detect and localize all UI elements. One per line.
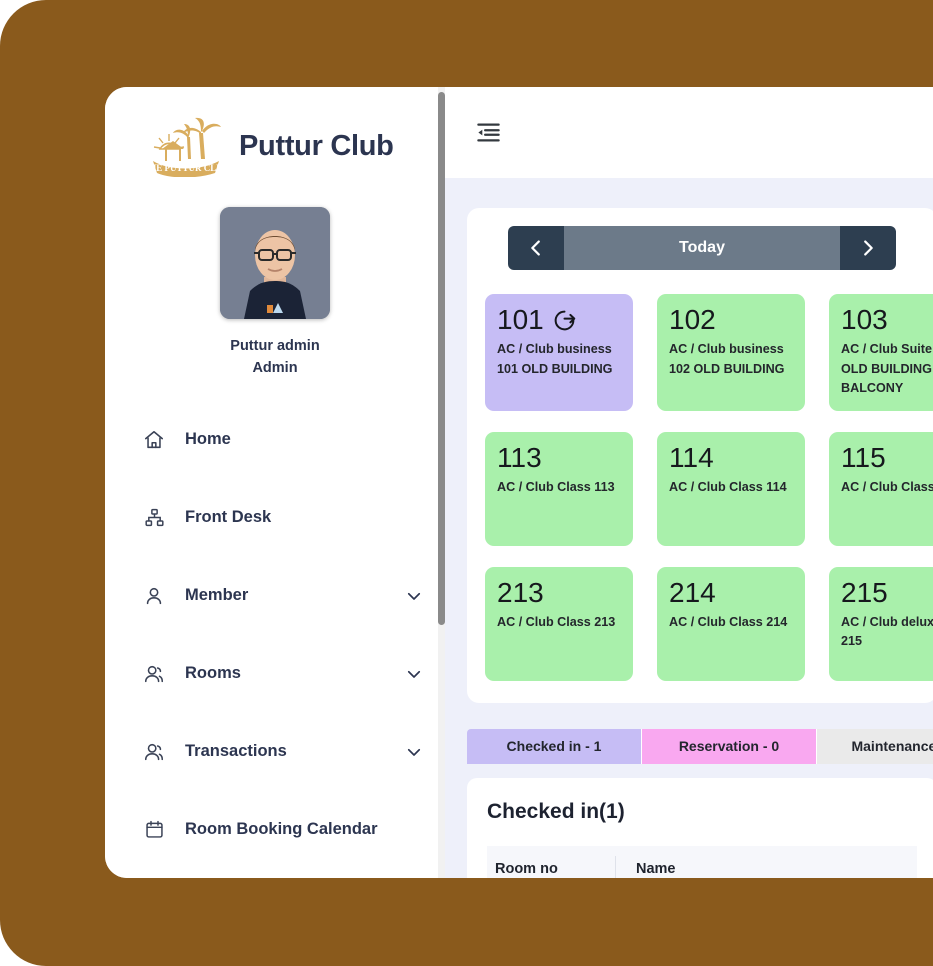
- room-card[interactable]: 103 AC / Club Suite 103 OLD BUILDING BAL…: [829, 294, 933, 411]
- room-description: AC / Club deluxe 215: [841, 614, 933, 649]
- room-card[interactable]: 213 AC / Club Class 213: [485, 566, 633, 681]
- room-description: AC / Club Class 114: [669, 479, 787, 494]
- today-label[interactable]: Today: [564, 226, 840, 270]
- sidebar-item-member[interactable]: Member: [105, 578, 445, 614]
- room-number: 103: [841, 304, 888, 335]
- legend-tab-maintenance[interactable]: Maintenance - 0: [817, 728, 933, 764]
- room-description: AC / Club business 101 OLD BUILDING: [497, 342, 613, 376]
- room-number: 102: [669, 304, 716, 335]
- users-icon: [141, 739, 167, 765]
- room-card[interactable]: 114 AC / Club Class 114: [657, 431, 805, 546]
- room-description: AC / Club Class 213: [497, 614, 616, 629]
- room-number: 101: [497, 304, 544, 335]
- sidebar-item-label: Rooms: [185, 664, 241, 682]
- brand-title: Puttur Club: [239, 129, 394, 162]
- sitemap-icon: [141, 505, 167, 531]
- column-header-room-no: Room no: [487, 855, 616, 878]
- sidebar-item-label: Home: [185, 430, 231, 448]
- sidebar-item-label: Front Desk: [185, 508, 272, 526]
- room-description: AC / Club Suite 103 OLD BUILDING BALCONY: [841, 342, 933, 396]
- prev-day-button[interactable]: [508, 226, 564, 270]
- chevron-down-icon[interactable]: [405, 665, 423, 683]
- sidebar-item-transactions[interactable]: Transactions: [105, 734, 445, 770]
- room-description: AC / Club Class 113: [497, 479, 615, 494]
- sidebar-item-home[interactable]: Home: [105, 422, 445, 458]
- room-number: 113: [497, 441, 542, 473]
- sidebar-item-label: Room Booking Calendar: [185, 820, 378, 838]
- sidebar-item-label: Transactions: [185, 742, 287, 760]
- avatar[interactable]: [220, 207, 330, 319]
- legend-tab-reservation[interactable]: Reservation - 0: [642, 728, 817, 764]
- room-description: AC / Club business 102 OLD BUILDING: [669, 342, 785, 376]
- palm-hut-logo-icon: THE PUTTUR CLUB: [143, 115, 229, 178]
- room-number: 215: [841, 576, 888, 608]
- sidebar-item-rooms[interactable]: Rooms: [105, 656, 445, 692]
- legend-tab-checked-in[interactable]: Checked in - 1: [467, 728, 642, 764]
- topbar: [445, 87, 933, 178]
- home-icon: [141, 427, 167, 453]
- room-description: AC / Club Class 115: [841, 479, 933, 494]
- user-icon: [141, 583, 167, 609]
- room-card[interactable]: 215 AC / Club deluxe 215: [829, 566, 933, 681]
- calendar-icon: [141, 817, 167, 843]
- table-header-row: Room no Name: [487, 845, 917, 878]
- menu-indent-decrease-icon[interactable]: [475, 119, 502, 146]
- main-content: Today 101 AC / Club business 101 OLD BUI…: [445, 87, 933, 878]
- app-window: THE PUTTUR CLUB Puttur Club: [105, 87, 933, 878]
- sidebar-nav: Home Front Desk Member Rooms Transaction…: [105, 422, 445, 879]
- checked-in-title: Checked in(1): [487, 799, 625, 823]
- room-number: 115: [841, 441, 886, 473]
- user-role: Admin: [252, 359, 298, 376]
- device-frame: THE PUTTUR CLUB Puttur Club: [0, 0, 933, 966]
- room-card[interactable]: 101 AC / Club business 101 OLD BUILDING: [485, 294, 633, 411]
- avatar-wrapper: [105, 207, 445, 319]
- room-grid: 101 AC / Club business 101 OLD BUILDING: [485, 294, 933, 681]
- room-card[interactable]: 102 AC / Club business 102 OLD BUILDING: [657, 294, 805, 411]
- svg-text:THE PUTTUR CLUB: THE PUTTUR CLUB: [149, 163, 225, 173]
- date-navigator: Today: [508, 226, 896, 270]
- room-number: 114: [669, 441, 714, 473]
- checkout-arrow-icon[interactable]: [552, 308, 577, 333]
- sidebar: THE PUTTUR CLUB Puttur Club: [105, 87, 445, 878]
- chevron-down-icon[interactable]: [405, 743, 423, 761]
- sidebar-item-label: Member: [185, 586, 249, 604]
- column-header-name: Name: [636, 860, 676, 877]
- sidebar-item-front-desk[interactable]: Front Desk: [105, 500, 445, 536]
- rooms-panel: Today 101 AC / Club business 101 OLD BUI…: [467, 208, 933, 703]
- brand-header[interactable]: THE PUTTUR CLUB Puttur Club: [105, 87, 445, 178]
- chevron-down-icon[interactable]: [405, 587, 423, 605]
- users-icon: [141, 661, 167, 687]
- room-number: 213: [497, 576, 544, 608]
- room-card[interactable]: 214 AC / Club Class 214: [657, 566, 805, 681]
- user-name: Puttur admin: [230, 338, 320, 354]
- sidebar-item-room-booking-calendar[interactable]: Room Booking Calendar: [105, 812, 445, 848]
- checked-in-panel: Checked in(1) Room no Name: [467, 777, 933, 878]
- content-area: Today 101 AC / Club business 101 OLD BUI…: [445, 178, 933, 878]
- next-day-button[interactable]: [840, 226, 896, 270]
- room-number: 214: [669, 576, 716, 608]
- room-card[interactable]: 113 AC / Club Class 113: [485, 431, 633, 546]
- status-legend-tabs: Checked in - 1 Reservation - 0 Maintenan…: [467, 728, 933, 764]
- room-description: AC / Club Class 214: [669, 614, 788, 629]
- room-card[interactable]: 115 AC / Club Class 115: [829, 431, 933, 546]
- sidebar-scrollbar-thumb[interactable]: [438, 92, 445, 625]
